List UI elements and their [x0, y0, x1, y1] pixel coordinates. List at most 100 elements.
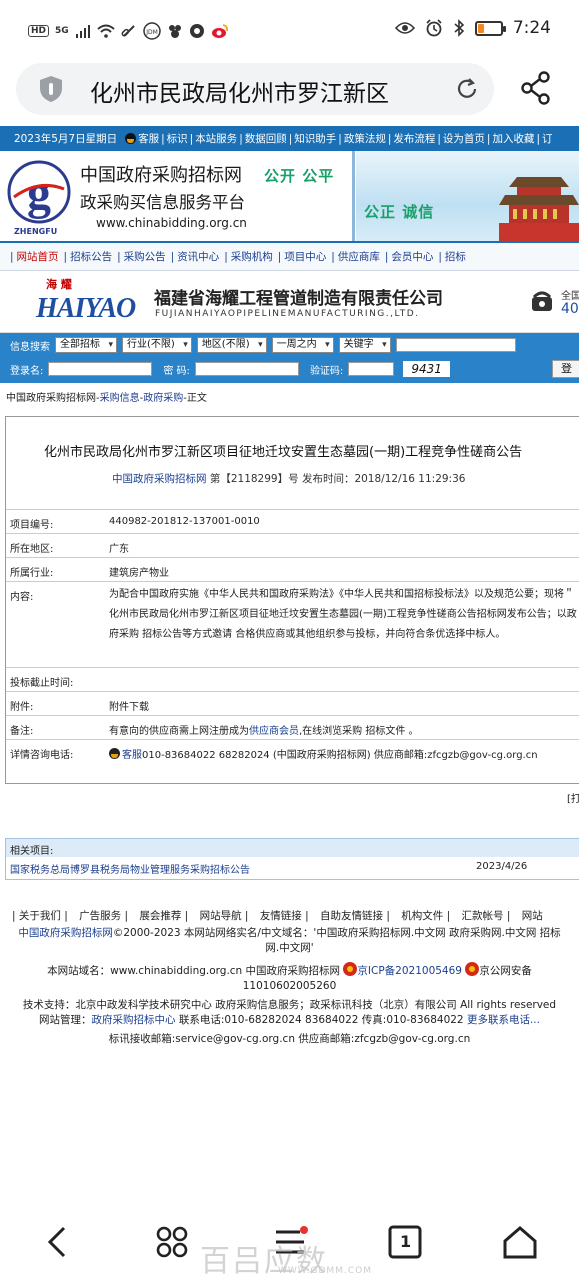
keyword-type-select[interactable]: 关键字	[338, 337, 391, 353]
breadcrumb-sub[interactable]: 政府采购	[143, 393, 183, 404]
wifi-icon	[97, 24, 115, 38]
footer-link-friends[interactable]: 友情链接 |	[260, 910, 309, 922]
battery-icon	[474, 20, 506, 36]
nav-item-news[interactable]: 资讯中心	[177, 249, 219, 264]
status-right: 7:24	[394, 18, 551, 38]
field-label: 详情咨询电话:	[10, 750, 74, 761]
attachment-download-link[interactable]: 附件下载	[109, 698, 149, 713]
battery-level	[477, 23, 484, 33]
nav-item-procurement[interactable]: 采购公告	[124, 249, 166, 264]
signal-icon	[75, 25, 90, 38]
footer-link-docs[interactable]: 机构文件 |	[401, 910, 450, 922]
field-value-region: 广东	[109, 544, 129, 555]
time-select[interactable]: 一周之内	[271, 337, 334, 353]
search-bar: 信息搜索 全部招标 行业(不限) 地区(不限) 一周之内 关键字 登录名: 密 …	[0, 333, 579, 383]
topnav-link-data-review[interactable]: 数据回顾	[245, 131, 287, 146]
topnav-link-service[interactable]: 客服	[138, 131, 159, 146]
login-button[interactable]: 登	[552, 360, 579, 378]
captcha-image[interactable]: 9431	[403, 361, 450, 377]
field-row: 详情咨询电话: 客服010-83684022 68282024 (中国政府采购招…	[6, 739, 579, 763]
shield-icon[interactable]	[38, 75, 64, 103]
footer-copyright: 中国政府采购招标网©2000-2023 本网站网络实名/中文域名：'中国政府采购…	[18, 927, 561, 954]
topnav-link-favorite[interactable]: 加入收藏	[492, 131, 534, 146]
category-select[interactable]: 全部招标	[55, 337, 117, 353]
network-5g-icon: 5G	[55, 26, 69, 36]
address-text[interactable]: 化州市民政局化州市罗江新区	[90, 74, 430, 108]
qq-icon	[125, 133, 137, 144]
palace-illustration	[499, 177, 579, 241]
footer-link-site[interactable]: 网站	[522, 910, 543, 922]
ad-company-name: 福建省海耀工程管道制造有限责任公司	[154, 289, 443, 309]
supplier-register-link[interactable]: 供应商会员	[249, 726, 299, 737]
field-label: 所在地区:	[10, 544, 54, 555]
back-icon[interactable]	[38, 1222, 78, 1262]
field-row: 投标截止时间:	[6, 667, 579, 691]
nav-item-members[interactable]: 会员中心	[391, 249, 433, 264]
app-icon	[189, 24, 204, 38]
customer-service-link[interactable]: 客服	[122, 750, 142, 761]
link-icon	[121, 25, 135, 37]
site-banner: g ZHENGFU 中国政府采购招标网 政采购买信息服务平台 www.china…	[0, 151, 579, 243]
article-panel: 化州市民政局化州市罗江新区项目征地迁坟安置生态墓园(一期)工程竞争性磋商公告 中…	[5, 416, 579, 784]
footer-link-about[interactable]: | 关于我们 |	[12, 910, 68, 922]
footer-link-sitemap[interactable]: 网站导航 |	[200, 910, 249, 922]
related-item-title[interactable]: 国家税务总局博罗县税务局物业管理服务采购招标公告	[10, 865, 250, 876]
related-projects: 相关项目: 国家税务总局博罗县税务局物业管理服务采购招标公告 2023/4/26	[5, 838, 579, 880]
article-source-link[interactable]: 中国政府采购招标网	[112, 473, 207, 485]
banner-divider	[352, 151, 355, 241]
footer-link-expo[interactable]: 展会推荐 |	[139, 910, 188, 922]
password-input[interactable]	[194, 362, 299, 376]
footer-link-ads[interactable]: 广告服务 |	[79, 910, 128, 922]
topnav-link-services[interactable]: 本站服务	[195, 131, 237, 146]
nav-item-bidding[interactable]: 招标	[445, 249, 466, 264]
captcha-input[interactable]	[348, 362, 395, 376]
site-title: 中国政府采购招标网	[80, 165, 242, 186]
web-content: 2023年5月7日星期日 客服 | 标识 | 本站服务 | 数据回顾 | 知识助手 | 政…	[0, 126, 579, 1206]
field-label: 备注:	[10, 726, 34, 737]
address-bar[interactable]: 化州市民政局化州市罗江新区	[16, 63, 494, 115]
breadcrumb-section[interactable]: 采购信息	[100, 393, 140, 404]
topnav-link-subscribe[interactable]: 订	[542, 131, 553, 146]
topnav-link-policy[interactable]: 政策法规	[344, 131, 386, 146]
clock: 7:24	[512, 18, 551, 38]
search-label: 信息搜索	[10, 341, 50, 353]
footer-link-self-friends[interactable]: 自助友情链接 |	[320, 910, 390, 922]
field-row: 所在地区: 广东	[6, 533, 579, 557]
industry-select[interactable]: 行业(不限)	[122, 337, 192, 353]
topnav-link-process[interactable]: 发布流程	[393, 131, 435, 146]
qq-icon	[109, 748, 120, 759]
nav-item-agencies[interactable]: 采购机构	[231, 249, 273, 264]
password-label: 密 码:	[163, 365, 190, 377]
logo-caption: ZHENGFU	[14, 227, 58, 236]
keyword-input[interactable]	[395, 338, 516, 352]
related-item-date: 2023/4/26	[476, 861, 528, 872]
site-logo[interactable]: g	[6, 159, 72, 229]
ad-banner[interactable]: 海 耀 HAIYAO 福建省海耀工程管道制造有限责任公司 FUJIANHAIYA…	[0, 271, 579, 333]
apps-icon[interactable]	[152, 1222, 192, 1262]
reload-icon[interactable]	[454, 76, 480, 102]
footer-link-accounts[interactable]: 汇款帐号 |	[462, 910, 511, 922]
current-date: 2023年5月7日星期日	[14, 133, 118, 145]
more-contacts-link[interactable]: 更多联系电话...	[467, 1014, 540, 1026]
nav-item-home[interactable]: 网站首页	[17, 249, 59, 264]
nav-item-projects[interactable]: 项目中心	[284, 249, 326, 264]
topnav-link-knowledge[interactable]: 知识助手	[294, 131, 336, 146]
captcha-label: 验证码:	[309, 365, 344, 377]
list-item[interactable]: 国家税务总局博罗县税务局物业管理服务采购招标公告 2023/4/26	[6, 857, 579, 879]
icp-link[interactable]: 京ICP备2021005469	[357, 965, 462, 977]
region-select[interactable]: 地区(不限)	[196, 337, 267, 353]
home-icon[interactable]	[500, 1222, 540, 1262]
nav-item-tender[interactable]: 招标公告	[70, 249, 112, 264]
breadcrumb-home[interactable]: 中国政府采购招标网	[6, 393, 96, 404]
username-input[interactable]	[48, 362, 153, 376]
footer-site-link[interactable]: 中国政府采购招标网	[18, 927, 113, 939]
admin-link[interactable]: 政府采购招标中心	[92, 1014, 176, 1026]
nav-item-suppliers[interactable]: 供应商库	[338, 249, 380, 264]
share-icon[interactable]	[520, 71, 552, 105]
topnav-link-homepage[interactable]: 设为首页	[443, 131, 485, 146]
ad-brand-cn: 海 耀	[46, 278, 72, 291]
topnav-link-logo[interactable]: 标识	[167, 131, 188, 146]
ad-company-name-en: FUJIANHAIYAOPIPELINEMANUFACTURING.,LTD.	[155, 309, 420, 319]
footer-links: | 关于我们 | 广告服务 | 展会推荐 | 网站导航 | 友情链接 | 自助友…	[0, 908, 579, 926]
print-link[interactable]: [打	[567, 790, 579, 805]
